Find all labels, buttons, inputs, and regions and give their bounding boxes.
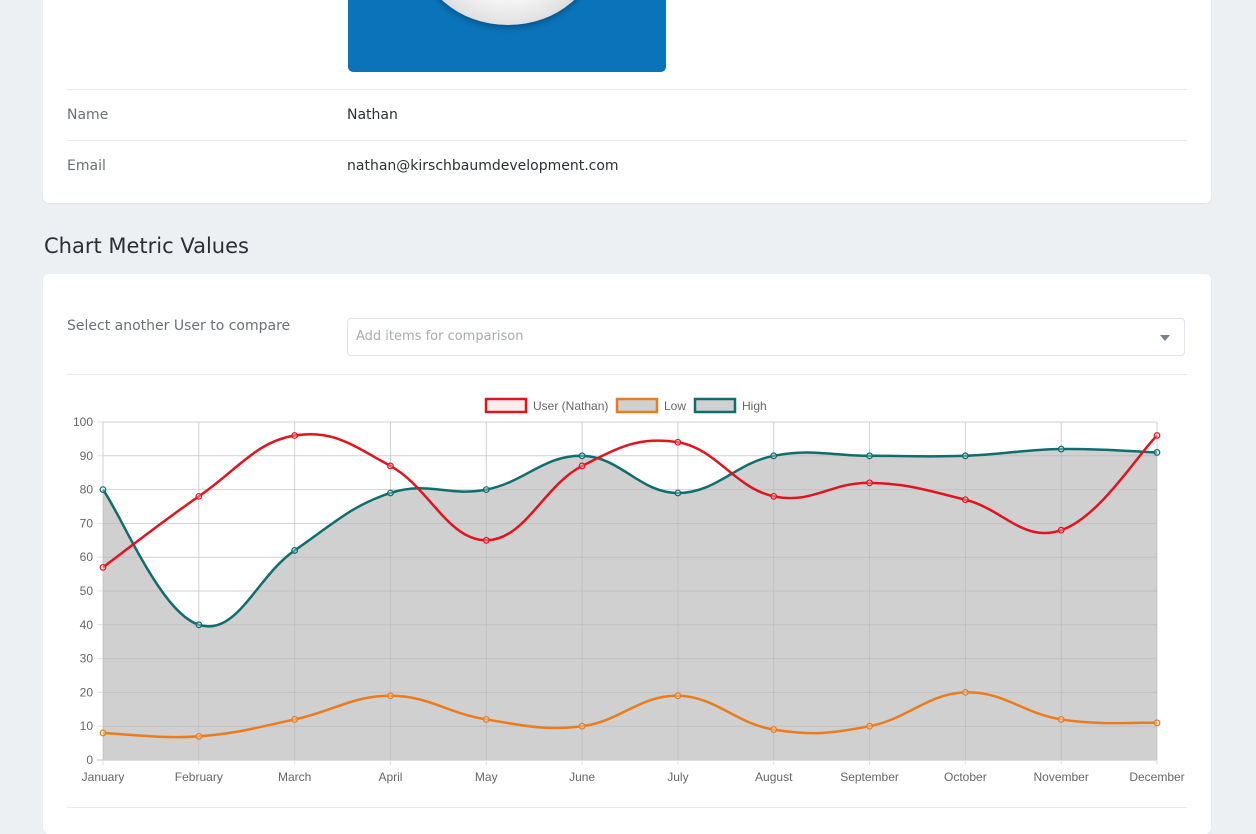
y-tick-label: 20 — [80, 685, 94, 699]
data-point-user-nathan — [961, 496, 969, 504]
data-point-high — [482, 486, 490, 494]
y-tick-label: 60 — [80, 550, 94, 564]
x-tick-label: February — [175, 770, 223, 784]
x-tick-label: April — [378, 770, 402, 784]
data-point-low — [578, 722, 586, 730]
data-point-high — [1057, 445, 1065, 453]
data-point-user-nathan — [770, 492, 778, 500]
legend-swatch — [484, 397, 528, 414]
data-point-high — [291, 547, 299, 554]
x-tick-label: December — [1129, 770, 1184, 784]
data-point-low — [674, 692, 682, 700]
data-point-low — [1057, 716, 1065, 723]
data-point-high — [770, 452, 778, 460]
y-tick-label: 30 — [80, 652, 94, 666]
data-point-user-nathan — [866, 479, 873, 487]
y-tick-label: 50 — [80, 584, 94, 598]
y-tick-label: 70 — [80, 516, 94, 530]
data-point-high — [578, 452, 586, 460]
data-point-high — [961, 452, 969, 460]
data-point-user-nathan — [1057, 526, 1065, 534]
data-point-high — [866, 452, 873, 460]
data-point-low — [482, 716, 490, 723]
x-tick-label: September — [840, 770, 899, 784]
data-point-user-nathan — [195, 492, 203, 500]
y-tick-label: 80 — [80, 483, 94, 497]
y-tick-label: 40 — [80, 618, 94, 632]
data-point-low — [1153, 719, 1161, 727]
data-point-high — [1153, 449, 1161, 456]
data-point-low — [770, 726, 778, 733]
legend-swatch — [693, 397, 737, 414]
x-tick-label: June — [569, 770, 595, 784]
series-area-high — [103, 448, 1157, 760]
x-tick-label: July — [667, 770, 688, 784]
data-point-low — [99, 729, 107, 737]
data-point-user-nathan — [99, 563, 107, 571]
data-point-user-nathan — [578, 462, 586, 470]
data-point-low — [291, 716, 299, 723]
data-point-user-nathan — [387, 462, 394, 470]
legend-swatch — [615, 397, 659, 414]
y-tick-label: 90 — [80, 449, 94, 463]
data-point-high — [387, 489, 394, 497]
data-point-low — [195, 732, 203, 740]
x-tick-label: January — [82, 770, 125, 784]
data-point-user-nathan — [482, 536, 490, 544]
data-point-user-nathan — [291, 432, 299, 439]
x-tick-label: October — [944, 770, 987, 784]
x-tick-label: August — [755, 770, 793, 784]
legend-label: User (Nathan) — [533, 399, 608, 413]
data-point-user-nathan — [1153, 432, 1161, 439]
data-point-high — [195, 621, 203, 629]
legend-label: Low — [664, 399, 686, 413]
x-tick-label: November — [1034, 770, 1089, 784]
data-point-low — [866, 722, 873, 730]
data-point-low — [961, 689, 969, 696]
data-point-user-nathan — [674, 438, 682, 446]
x-tick-label: May — [475, 770, 498, 784]
data-point-high — [674, 489, 682, 497]
line-chart: 0 10 20 30 40 50 60 70 80 90 100 January February Mar… — [73, 397, 1185, 784]
y-tick-label: 0 — [86, 753, 93, 767]
y-tick-label: 100 — [73, 415, 93, 429]
data-point-high — [99, 486, 107, 494]
data-point-low — [387, 692, 394, 700]
legend-label: High — [742, 399, 767, 413]
x-tick-label: March — [278, 770, 311, 784]
y-tick-label: 10 — [80, 719, 94, 733]
